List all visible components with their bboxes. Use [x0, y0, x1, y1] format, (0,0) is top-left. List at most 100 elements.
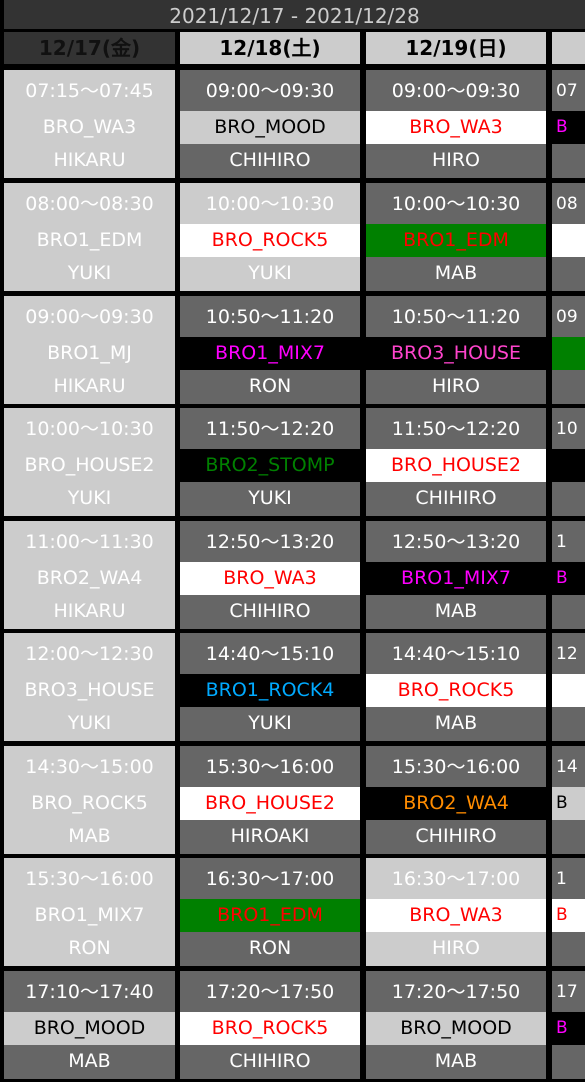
- instructor-name: MAB: [4, 820, 175, 854]
- schedule-card[interactable]: 09:00〜09:30 BRO_MOOD CHIHIRO: [180, 70, 360, 178]
- lesson-name: B: [552, 1012, 585, 1045]
- lesson-name: BRO1_EDM: [180, 899, 360, 932]
- time-slot: 15:30〜16:00: [4, 858, 175, 899]
- schedule-card[interactable]: 09:00〜09:30 BRO1_MJ HIKARU: [4, 296, 175, 404]
- instructor-name: YUKI: [180, 707, 360, 741]
- time-slot: 14:40〜15:10: [366, 633, 546, 674]
- schedule-card[interactable]: 15:30〜16:00 BRO_HOUSE2 HIROAKI: [180, 746, 360, 854]
- instructor-name: RON: [180, 932, 360, 966]
- day-header[interactable]: 12/19(日): [366, 32, 546, 64]
- time-slot: 11:50〜12:20: [366, 408, 546, 449]
- lesson-name: BRO_HOUSE2: [180, 787, 360, 820]
- schedule-card[interactable]: 17:10〜17:40 BRO_MOOD MAB: [4, 971, 175, 1079]
- schedule-card[interactable]: 09: [552, 296, 585, 404]
- time-slot: 17:20〜17:50: [180, 971, 360, 1012]
- schedule-card[interactable]: 10:50〜11:20 BRO1_MIX7 RON: [180, 296, 360, 404]
- day-header[interactable]: 12/18(土): [180, 32, 360, 64]
- schedule-card[interactable]: 12:00〜12:30 BRO3_HOUSE YUKI: [4, 633, 175, 741]
- schedule-card[interactable]: 15:30〜16:00 BRO1_MIX7 RON: [4, 858, 175, 966]
- time-slot: 12:00〜12:30: [4, 633, 175, 674]
- schedule-card[interactable]: 09:00〜09:30 BRO_WA3 HIRO: [366, 70, 546, 178]
- time-slot: 14:30〜15:00: [4, 746, 175, 787]
- lesson-name: BRO1_MIX7: [4, 899, 175, 932]
- time-slot: 1: [552, 858, 585, 899]
- lesson-name: BRO2_STOMP: [180, 449, 360, 482]
- schedule-card[interactable]: 12:50〜13:20 BRO1_MIX7 MAB: [366, 521, 546, 629]
- lesson-name: BRO_ROCK5: [366, 674, 546, 707]
- schedule-card[interactable]: 14 B: [552, 746, 585, 854]
- schedule-card[interactable]: 14:30〜15:00 BRO_ROCK5 MAB: [4, 746, 175, 854]
- instructor-name: [552, 257, 585, 291]
- schedule-card[interactable]: 14:40〜15:10 BRO_ROCK5 MAB: [366, 633, 546, 741]
- lesson-name: BRO1_MIX7: [366, 562, 546, 595]
- schedule-card[interactable]: 12: [552, 633, 585, 741]
- instructor-name: CHIHIRO: [180, 595, 360, 629]
- day-header[interactable]: 12/17(金): [4, 32, 175, 64]
- lesson-name: B: [552, 899, 585, 932]
- schedule-card[interactable]: 08: [552, 183, 585, 291]
- lesson-name: BRO2_WA4: [366, 787, 546, 820]
- instructor-name: CHIHIRO: [366, 820, 546, 854]
- schedule-card[interactable]: 17:20〜17:50 BRO_ROCK5 CHIHIRO: [180, 971, 360, 1079]
- schedule-card[interactable]: 14:40〜15:10 BRO1_ROCK4 YUKI: [180, 633, 360, 741]
- instructor-name: HIKARU: [4, 595, 175, 629]
- lesson-name: [552, 224, 585, 257]
- schedule-card[interactable]: 10: [552, 408, 585, 516]
- instructor-name: [552, 932, 585, 966]
- schedule-card[interactable]: 11:50〜12:20 BRO2_STOMP YUKI: [180, 408, 360, 516]
- instructor-name: MAB: [366, 257, 546, 291]
- schedule-card[interactable]: 11:50〜12:20 BRO_HOUSE2 CHIHIRO: [366, 408, 546, 516]
- time-slot: 10:50〜11:20: [366, 296, 546, 337]
- schedule-card[interactable]: 16:30〜17:00 BRO_WA3 HIRO: [366, 858, 546, 966]
- time-slot: 07: [552, 70, 585, 111]
- instructor-name: [552, 820, 585, 854]
- lesson-name: BRO_MOOD: [180, 111, 360, 144]
- instructor-name: YUKI: [4, 482, 175, 516]
- schedule-card[interactable]: 12:50〜13:20 BRO_WA3 CHIHIRO: [180, 521, 360, 629]
- instructor-name: [552, 1045, 585, 1079]
- lesson-name: BRO_MOOD: [4, 1012, 175, 1045]
- time-slot: 15:30〜16:00: [180, 746, 360, 787]
- instructor-name: CHIHIRO: [180, 144, 360, 178]
- schedule-card[interactable]: 17 B: [552, 971, 585, 1079]
- lesson-name: BRO1_EDM: [366, 224, 546, 257]
- time-slot: 17:10〜17:40: [4, 971, 175, 1012]
- instructor-name: [552, 595, 585, 629]
- instructor-name: MAB: [4, 1045, 175, 1079]
- schedule-card[interactable]: 1B: [552, 521, 585, 629]
- instructor-name: [552, 370, 585, 404]
- schedule-card[interactable]: 10:00〜10:30 BRO_ROCK5 YUKI: [180, 183, 360, 291]
- lesson-name: BRO_WA3: [180, 562, 360, 595]
- schedule-card[interactable]: 08:00〜08:30 BRO1_EDM YUKI: [4, 183, 175, 291]
- lesson-name: B: [552, 562, 585, 595]
- schedule-card[interactable]: 07 B: [552, 70, 585, 178]
- time-slot: 10:50〜11:20: [180, 296, 360, 337]
- time-slot: 07:15〜07:45: [4, 70, 175, 111]
- day-header[interactable]: [552, 32, 585, 64]
- schedule-card[interactable]: 10:00〜10:30 BRO_HOUSE2 YUKI: [4, 408, 175, 516]
- time-slot: 10:00〜10:30: [366, 183, 546, 224]
- instructor-name: MAB: [366, 595, 546, 629]
- lesson-name: BRO_ROCK5: [180, 1012, 360, 1045]
- instructor-name: HIKARU: [4, 370, 175, 404]
- time-slot: 16:30〜17:00: [180, 858, 360, 899]
- schedule-card[interactable]: 17:20〜17:50 BRO_MOOD MAB: [366, 971, 546, 1079]
- schedule-card[interactable]: 1B: [552, 858, 585, 966]
- instructor-name: MAB: [366, 707, 546, 741]
- instructor-name: YUKI: [4, 257, 175, 291]
- schedule-card[interactable]: 11:00〜11:30 BRO2_WA4 HIKARU: [4, 521, 175, 629]
- schedule-card[interactable]: 10:50〜11:20 BRO3_HOUSE HIRO: [366, 296, 546, 404]
- schedule-card[interactable]: 15:30〜16:00 BRO2_WA4 CHIHIRO: [366, 746, 546, 854]
- instructor-name: YUKI: [180, 257, 360, 291]
- date-range-title: 2021/12/17 - 2021/12/28: [4, 0, 585, 29]
- instructor-name: YUKI: [4, 707, 175, 741]
- schedule-card[interactable]: 07:15〜07:45 BRO_WA3 HIKARU: [4, 70, 175, 178]
- time-slot: 08: [552, 183, 585, 224]
- time-slot: 16:30〜17:00: [366, 858, 546, 899]
- instructor-name: CHIHIRO: [180, 1045, 360, 1079]
- schedule-card[interactable]: 16:30〜17:00 BRO1_EDM RON: [180, 858, 360, 966]
- lesson-name: B: [552, 787, 585, 820]
- time-slot: 10:00〜10:30: [180, 183, 360, 224]
- schedule-card[interactable]: 10:00〜10:30 BRO1_EDM MAB: [366, 183, 546, 291]
- lesson-name: BRO_WA3: [4, 111, 175, 144]
